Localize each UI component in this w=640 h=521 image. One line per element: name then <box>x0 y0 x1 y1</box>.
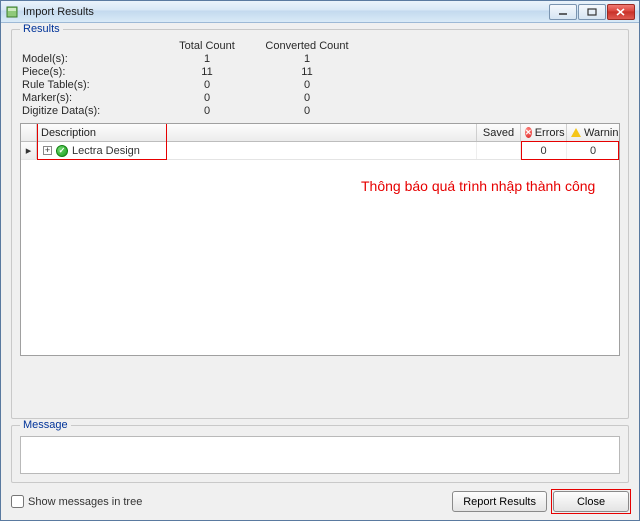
col-converted-header: Converted Count <box>252 40 362 52</box>
row-markers-total: 0 <box>162 92 252 104</box>
expand-icon[interactable]: + <box>43 146 52 155</box>
col-errors-label: Errors <box>535 127 565 139</box>
row-markers-label: Marker(s): <box>22 92 162 104</box>
cell-description: + ✓ Lectra Design <box>37 142 477 159</box>
cell-warnings: 0 <box>567 142 619 159</box>
row-pieces-label: Piece(s): <box>22 66 162 78</box>
table-row[interactable]: ▸ + ✓ Lectra Design 0 0 <box>21 142 619 160</box>
show-messages-label: Show messages in tree <box>28 496 142 508</box>
row-models-label: Model(s): <box>22 53 162 65</box>
row-ruletables-label: Rule Table(s): <box>22 79 162 91</box>
message-label: Message <box>20 419 71 431</box>
row-ruletables-total: 0 <box>162 79 252 91</box>
results-group: Results Total Count Converted Count Mode… <box>11 29 629 419</box>
close-button[interactable]: Close <box>553 491 629 512</box>
col-warnings-label: Warnin <box>584 127 618 139</box>
row-digitize-converted: 0 <box>252 105 362 117</box>
error-icon: ✕ <box>525 127 532 138</box>
col-errors[interactable]: ✕ Errors <box>521 124 567 141</box>
cell-errors: 0 <box>521 142 567 159</box>
row-markers-converted: 0 <box>252 92 362 104</box>
row-models-converted: 1 <box>252 53 362 65</box>
message-group: Message <box>11 425 629 483</box>
message-box[interactable] <box>20 436 620 474</box>
titlebar: Import Results <box>1 1 639 23</box>
close-window-button[interactable] <box>607 4 635 20</box>
col-saved[interactable]: Saved <box>477 124 521 141</box>
results-label: Results <box>20 23 63 35</box>
col-total-header: Total Count <box>162 40 252 52</box>
row-description-text: Lectra Design <box>72 145 140 157</box>
import-results-window: Import Results Results Total Count Conve… <box>0 0 640 521</box>
row-pieces-total: 11 <box>162 66 252 78</box>
window-controls <box>549 4 635 20</box>
row-indicator: ▸ <box>21 142 37 159</box>
row-ruletables-converted: 0 <box>252 79 362 91</box>
results-grid[interactable]: Description Saved ✕ Errors Warnin ▸ + <box>20 123 620 356</box>
footer: Show messages in tree Report Results Clo… <box>11 491 629 512</box>
content-area: Results Total Count Converted Count Mode… <box>1 23 639 520</box>
col-warnings[interactable]: Warnin <box>567 124 619 141</box>
warning-icon <box>571 128 581 137</box>
cell-saved <box>477 142 521 159</box>
row-pieces-converted: 11 <box>252 66 362 78</box>
success-icon: ✓ <box>56 145 68 157</box>
row-digitize-total: 0 <box>162 105 252 117</box>
row-digitize-label: Digitize Data(s): <box>22 105 162 117</box>
summary-table: Total Count Converted Count Model(s): 1 … <box>20 40 620 117</box>
row-models-total: 1 <box>162 53 252 65</box>
app-icon <box>5 5 19 19</box>
window-title: Import Results <box>23 6 549 18</box>
show-messages-checkbox[interactable]: Show messages in tree <box>11 495 142 508</box>
minimize-button[interactable] <box>549 4 577 20</box>
grid-header: Description Saved ✕ Errors Warnin <box>21 124 619 142</box>
grid-corner <box>21 124 37 141</box>
show-messages-input[interactable] <box>11 495 24 508</box>
report-results-button[interactable]: Report Results <box>452 491 547 512</box>
annotation-text: Thông báo quá trình nhập thành công <box>361 178 595 194</box>
maximize-button[interactable] <box>578 4 606 20</box>
col-description[interactable]: Description <box>37 124 477 141</box>
